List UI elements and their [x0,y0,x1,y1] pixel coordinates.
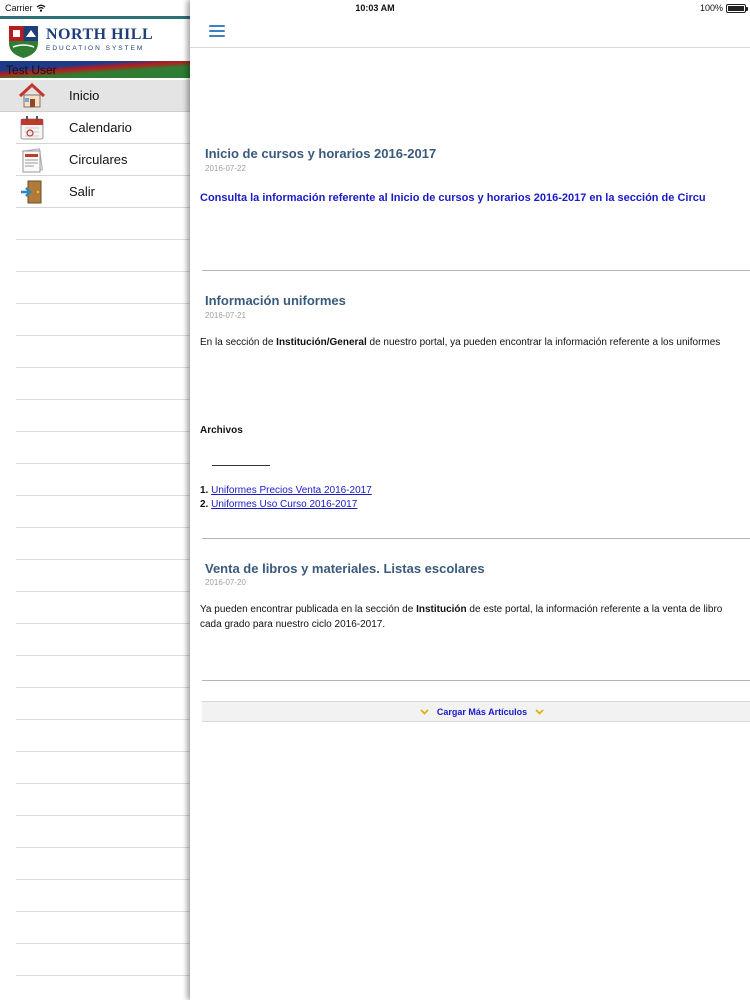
article-title[interactable]: Inicio de cursos y horarios 2016-2017 [205,146,436,161]
files-heading: Archivos [200,425,243,436]
chevron-down-icon [420,709,429,715]
sidebar-empty-row [16,400,190,432]
main-panel: Inicio de cursos y horarios 2016-2017 20… [190,0,750,1000]
app-screen: NORTH HILL EDUCATION SYSTEM Test User In… [0,0,750,1000]
chevron-down-icon [535,709,544,715]
status-time: 10:03 AM [355,3,395,13]
sidebar-item-label: Salir [69,184,96,199]
battery-icon [726,3,748,13]
sidebar-empty-row [16,368,190,400]
exit-door-icon [21,180,42,204]
file-link[interactable]: Uniformes Precios Venta 2016-2017 [211,485,372,496]
battery-level-fill [728,5,744,11]
sidebar-item-salir[interactable]: Salir [16,176,190,208]
house-icon [18,83,46,108]
hamburger-icon[interactable] [209,25,225,38]
sidebar-empty-row [16,208,190,240]
sidebar-empty-row [16,656,190,688]
school-logo: NORTH HILL EDUCATION SYSTEM [0,19,190,61]
article-body-text: de este portal, la información referente… [466,604,723,615]
sidebar-empty-row [16,912,190,944]
article-body-line: cada grado para nuestro ciclo 2016-2017. [200,619,386,630]
status-bar: Carrier 10:03 AM 100% [0,0,750,16]
sidebar-empty-row [16,944,190,976]
article-date: 2016-07-22 [205,164,246,173]
article-date: 2016-07-20 [205,578,246,587]
file-number: 2. [200,499,209,510]
sidebar-empty-row [16,592,190,624]
sidebar-item-circulares[interactable]: Circulares [16,144,190,176]
sidebar-empty-row [16,240,190,272]
load-more-button[interactable]: Cargar Más Artículos [202,701,750,722]
sidebar-item-calendario[interactable]: Calendario [16,112,190,144]
article-body-text: Ya pueden encontrar publicada en la secc… [200,604,417,615]
article-body-text: En la sección de [200,337,277,348]
sidebar-empty-row [16,976,190,1000]
file-number: 1. [200,485,209,496]
article-title[interactable]: Información uniformes [205,293,346,308]
file-list-item: 2. Uniformes Uso Curso 2016-2017 [200,498,357,512]
article-body-bold: Institución/General [276,337,367,348]
article-date: 2016-07-21 [205,311,246,320]
sidebar-empty-row [16,336,190,368]
article-body: En la sección de Institución/General de … [200,336,720,350]
newspaper-icon [22,148,44,173]
school-crest-icon [9,26,38,58]
sidebar-menu: Inicio Calendario Circulares Salir [0,80,190,208]
article-body: Ya pueden encontrar publicada en la secc… [200,603,722,617]
sidebar-item-label: Circulares [69,152,128,167]
article-divider [202,270,750,271]
article-body-text: de nuestro portal, ya pueden encontrar l… [366,337,721,348]
brand-name: NORTH HILL [46,26,154,43]
file-list-item: 1. Uniformes Precios Venta 2016-2017 [200,484,372,498]
user-name: Test User [6,63,57,77]
sidebar-empty-row [16,464,190,496]
sidebar-empty-row [16,272,190,304]
sidebar-empty-row [16,528,190,560]
sidebar-empty-row [16,784,190,816]
files-separator [212,465,270,466]
sidebar-empty-row [16,720,190,752]
sidebar-empty-row [16,432,190,464]
file-link[interactable]: Uniformes Uso Curso 2016-2017 [211,499,357,510]
load-more-label: Cargar Más Artículos [436,707,528,717]
sidebar-empty-row [16,496,190,528]
article-headline-link[interactable]: Consulta la información referente al Ini… [200,192,706,204]
sidebar-empty-row [16,560,190,592]
sidebar-empty-row [16,304,190,336]
sidebar-item-label: Calendario [69,120,132,135]
sidebar-empty-row [16,880,190,912]
article-title[interactable]: Venta de libros y materiales. Listas esc… [205,561,485,576]
battery-percent: 100% [699,3,723,13]
sidebar: NORTH HILL EDUCATION SYSTEM Test User In… [0,0,190,1000]
article-divider [202,538,750,539]
battery-info: 100% [699,3,748,13]
top-bar [190,16,750,48]
sidebar-empty-row [16,752,190,784]
calendar-icon [20,116,44,140]
sidebar-empty-rows [16,208,190,1000]
sidebar-item-label: Inicio [69,88,100,103]
sidebar-item-inicio[interactable]: Inicio [0,80,190,112]
sidebar-empty-row [16,688,190,720]
sidebar-empty-row [16,816,190,848]
article-body-bold: Institución [416,604,467,615]
sidebar-empty-row [16,848,190,880]
article-divider [202,680,750,681]
brand-subtitle: EDUCATION SYSTEM [46,45,145,52]
sidebar-empty-row [16,624,190,656]
